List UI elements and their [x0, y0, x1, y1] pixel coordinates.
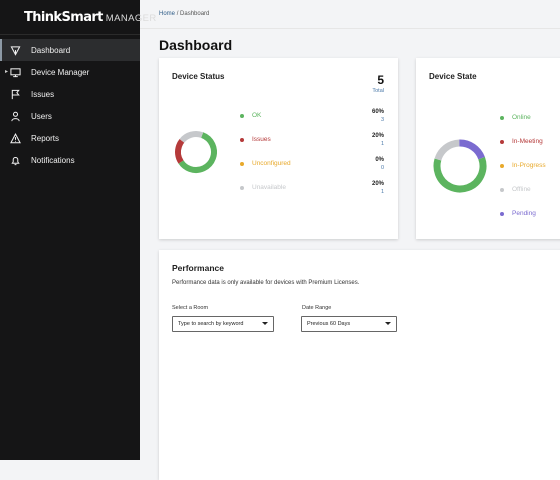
- device-status-donut[interactable]: [173, 124, 217, 180]
- status-dot-unavailable: [240, 186, 244, 190]
- sidebar-item-users[interactable]: Users: [0, 105, 140, 127]
- dashboard-icon: [9, 44, 21, 56]
- logo: ThinkSmart MANAGER: [24, 10, 157, 25]
- state-dot-offline: [500, 188, 504, 192]
- status-dot-issues: [240, 138, 244, 142]
- state-dot-pending: [500, 212, 504, 216]
- status-label-unconfigured: Unconfigured: [252, 160, 291, 167]
- status-count-unconfigured: 0: [380, 165, 384, 171]
- state-label-in-progress: In-Progress: [512, 162, 546, 169]
- date-range-label: Date Range: [302, 305, 332, 311]
- total-count: 5: [377, 73, 384, 87]
- state-dot-in-progress: [500, 164, 504, 168]
- sidebar-item-label: Dashboard: [31, 45, 71, 55]
- device-status-title: Device Status: [172, 72, 225, 81]
- status-dot-unconfigured: [240, 162, 244, 166]
- state-row-offline[interactable]: Offline: [500, 183, 560, 195]
- status-percent-unconfigured: 0%: [375, 157, 384, 163]
- sidebar-item-label: Notifications: [31, 155, 75, 165]
- chevron-down-icon: [385, 322, 391, 325]
- device-status-card: Device Status 5 Total OK 60% 3 Issues 20…: [159, 58, 398, 239]
- breadcrumb-current: Dashboard: [180, 11, 210, 17]
- sidebar-item-issues[interactable]: Issues: [0, 83, 140, 105]
- sidebar-item-reports[interactable]: Reports: [0, 127, 140, 149]
- performance-description: Performance data is only available for d…: [172, 280, 360, 286]
- brand-bar: ThinkSmart MANAGER: [0, 0, 156, 35]
- status-dot-ok: [240, 114, 244, 118]
- breadcrumb-separator: /: [176, 11, 179, 17]
- room-search-placeholder: Type to search by keyword: [178, 321, 244, 327]
- main-content: Home / Dashboard Dashboard Device Status…: [140, 0, 560, 480]
- status-label-unavailable: Unavailable: [252, 184, 286, 191]
- flag-icon: [9, 88, 21, 100]
- state-row-in-progress[interactable]: In-Progress: [500, 159, 560, 171]
- sidebar-item-label: Device Manager: [31, 67, 90, 77]
- chevron-down-icon: [262, 322, 268, 325]
- status-percent-issues: 20%: [371, 133, 384, 139]
- performance-title: Performance: [172, 263, 224, 273]
- sidebar-item-dashboard[interactable]: Dashboard: [0, 39, 140, 61]
- breadcrumb: Home / Dashboard: [159, 11, 209, 17]
- state-row-online[interactable]: Online: [500, 111, 560, 123]
- top-bar: Home / Dashboard: [140, 0, 560, 29]
- status-count-issues: 1: [380, 141, 384, 147]
- status-row-issues[interactable]: Issues 20% 1: [240, 133, 385, 147]
- breadcrumb-home-link[interactable]: Home: [159, 11, 175, 17]
- sidebar-item-label: Issues: [31, 89, 55, 99]
- device-state-donut[interactable]: [431, 138, 489, 194]
- performance-card: Performance Performance data is only ava…: [159, 250, 560, 480]
- status-count-unavailable: 1: [380, 189, 384, 195]
- bell-icon: [9, 154, 21, 166]
- status-row-ok[interactable]: OK 60% 3: [240, 109, 385, 123]
- sidebar-item-notifications[interactable]: Notifications: [0, 149, 140, 171]
- room-select-label: Select a Room: [172, 305, 209, 311]
- room-search-select[interactable]: Type to search by keyword: [172, 316, 274, 332]
- page-title: Dashboard: [159, 37, 233, 53]
- status-label-ok: OK: [252, 112, 262, 119]
- state-label-offline: Offline: [512, 186, 531, 193]
- total-label[interactable]: Total: [372, 88, 384, 94]
- date-range-value: Previous 60 Days: [307, 321, 351, 327]
- warning-icon: [9, 132, 21, 144]
- status-percent-ok: 60%: [371, 109, 384, 115]
- state-row-in-meeting[interactable]: In-Meeting: [500, 135, 560, 147]
- sidebar-item-device-manager[interactable]: ▸ Device Manager: [0, 61, 140, 83]
- state-label-in-meeting: In-Meeting: [512, 138, 543, 145]
- date-range-select[interactable]: Previous 60 Days: [301, 316, 397, 332]
- state-label-pending: Pending: [512, 210, 536, 217]
- status-row-unavailable[interactable]: Unavailable 20% 1: [240, 181, 385, 195]
- status-row-unconfigured[interactable]: Unconfigured 0% 0: [240, 157, 385, 171]
- sidebar: ThinkSmart MANAGER Dashboard ▸ Device Ma…: [0, 0, 156, 460]
- user-icon: [9, 110, 21, 122]
- logo-main-text: ThinkSmart: [24, 9, 103, 25]
- device-state-title: Device State: [429, 72, 477, 81]
- monitor-icon: [9, 66, 21, 78]
- state-label-online: Online: [512, 114, 531, 121]
- chevron-right-icon[interactable]: ▸: [5, 68, 8, 75]
- state-dot-online: [500, 116, 504, 120]
- sidebar-nav: Dashboard ▸ Device Manager Issues Users: [0, 39, 140, 171]
- status-count-ok: 3: [380, 117, 384, 123]
- device-state-card: Device State Online In-Meeting In-Progre…: [416, 58, 560, 239]
- status-percent-unavailable: 20%: [371, 181, 384, 187]
- sidebar-item-label: Users: [31, 111, 52, 121]
- state-row-pending[interactable]: Pending: [500, 207, 560, 219]
- state-dot-in-meeting: [500, 140, 504, 144]
- sidebar-item-label: Reports: [31, 133, 60, 143]
- status-label-issues: Issues: [252, 136, 271, 143]
